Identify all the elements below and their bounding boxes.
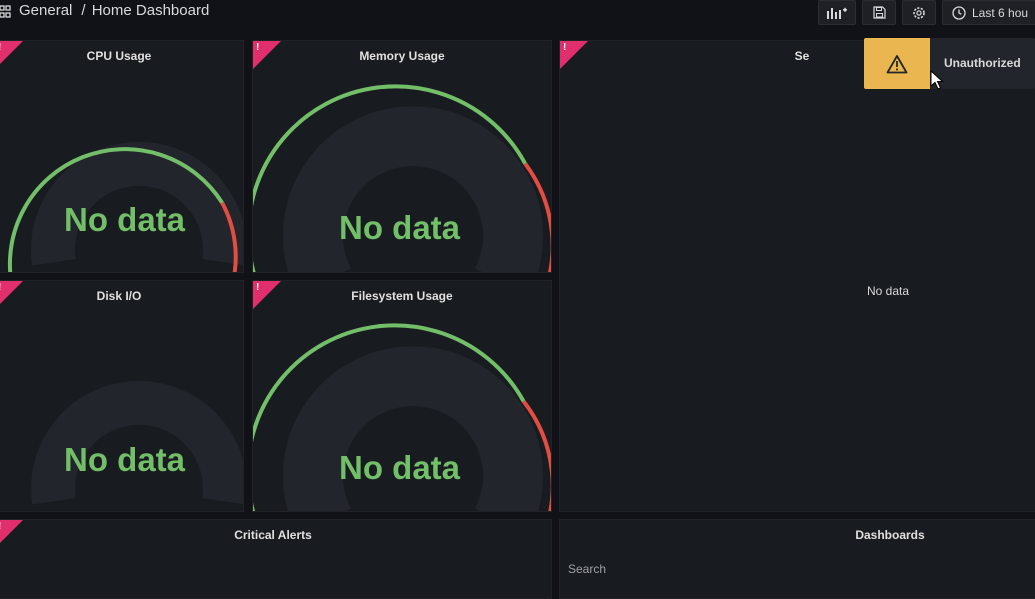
- grid-icon[interactable]: [0, 5, 12, 19]
- settings-icon: [913, 6, 925, 19]
- panel-critical-alerts[interactable]: ! Critical Alerts: [0, 519, 552, 599]
- breadcrumb-separator: /: [81, 2, 86, 19]
- dashboard-settings-button[interactable]: [902, 0, 936, 25]
- clock-icon: [952, 5, 966, 20]
- filesystem-value: No data: [339, 449, 461, 486]
- time-range-picker[interactable]: Last 6 hou: [942, 0, 1035, 25]
- panel-disk-io[interactable]: ! Disk I/O No data: [0, 280, 244, 512]
- disk-value: No data: [64, 441, 186, 478]
- save-dashboard-button[interactable]: [862, 0, 896, 25]
- panel-title[interactable]: Critical Alerts: [0, 528, 551, 542]
- toast-icon-box: [864, 38, 930, 89]
- panel-title[interactable]: Dashboards: [560, 528, 1035, 542]
- memory-value: No data: [339, 209, 461, 246]
- panel-filesystem-usage[interactable]: ! Filesystem Usage No data: [252, 280, 552, 512]
- save-icon: [872, 6, 886, 19]
- mouse-cursor-icon: [930, 70, 944, 90]
- toast-message: Unauthorized: [944, 56, 1021, 70]
- panel-memory-usage[interactable]: ! Memory Usage No data: [252, 40, 552, 273]
- dashboard-search-input[interactable]: Search: [568, 562, 606, 576]
- top-navbar: General / Home Dashboard Last 6 hou: [0, 0, 1035, 30]
- add-panel-button[interactable]: [818, 0, 856, 25]
- warning-icon: [886, 54, 908, 73]
- sessions-value: No data: [867, 284, 910, 298]
- panel-sessions[interactable]: ! Se No data: [559, 40, 1035, 512]
- breadcrumb: General / Home Dashboard: [19, 2, 209, 19]
- cpu-value: No data: [64, 201, 186, 238]
- breadcrumb-dashboard-title[interactable]: Home Dashboard: [92, 2, 210, 19]
- breadcrumb-folder[interactable]: General: [19, 2, 72, 19]
- panel-cpu-usage[interactable]: ! CPU Usage No data: [0, 40, 244, 273]
- panel-dashboards[interactable]: Dashboards Search: [559, 519, 1035, 599]
- unauthorized-toast[interactable]: Unauthorized: [864, 38, 1035, 89]
- time-range-label: Last 6 hou: [972, 5, 1029, 20]
- add-panel-icon: [827, 7, 847, 19]
